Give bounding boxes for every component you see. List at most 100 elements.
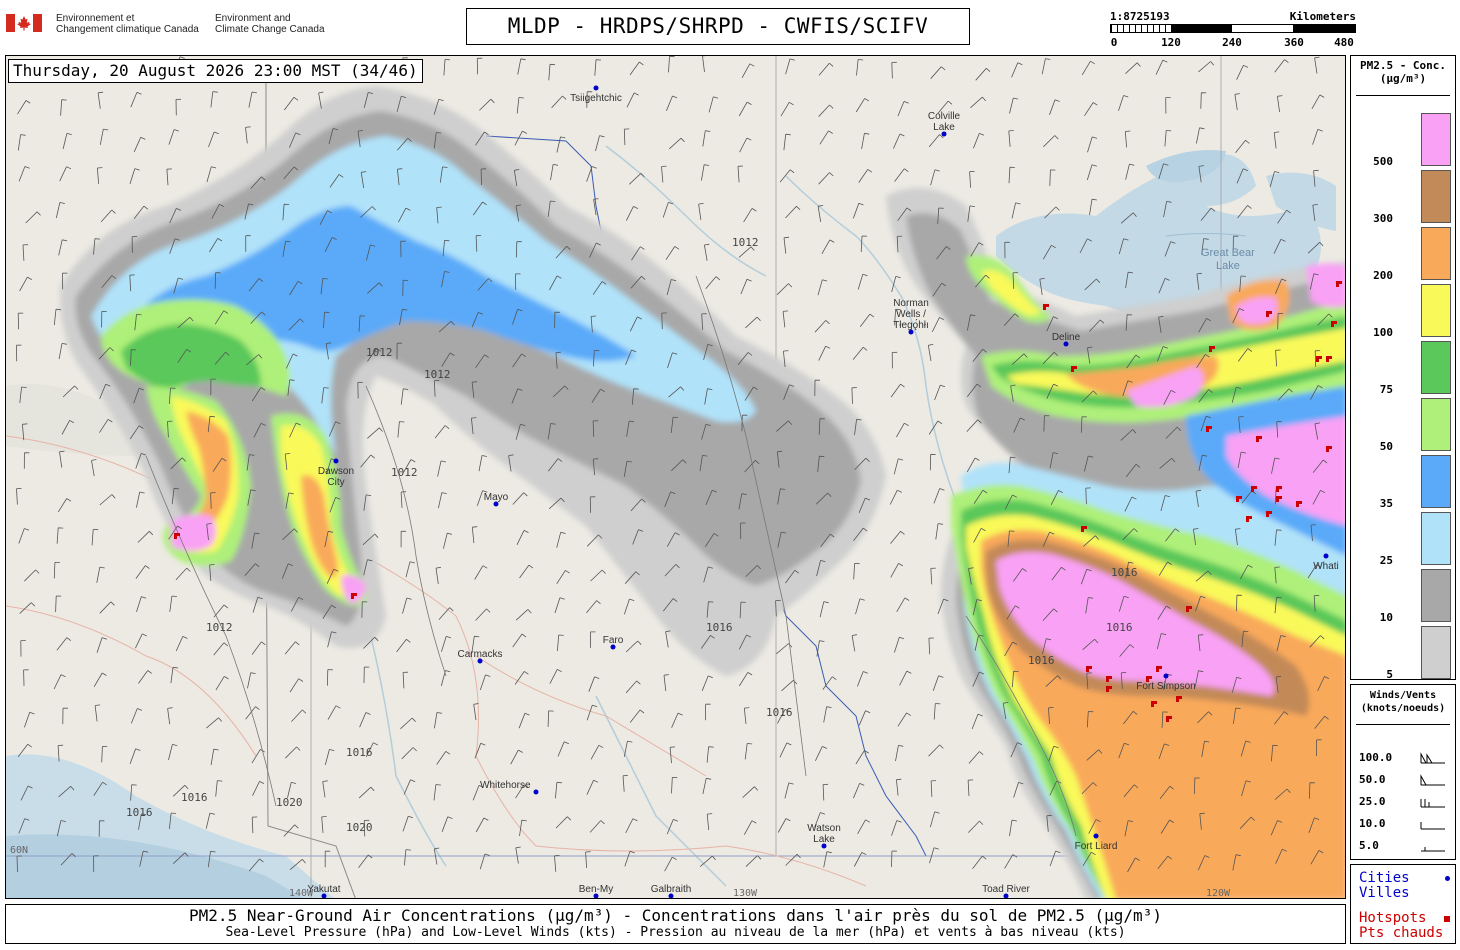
hotspot-marker: [1316, 356, 1319, 359]
org-name-fr: Environnement et Changement climatique C…: [56, 13, 199, 35]
city-label: Fort Simpson: [1136, 681, 1195, 692]
legend-swatch-label: 200: [1373, 269, 1393, 282]
concentration-legend: PM2.5 - Conc. (µg/m³) 500 300 200 100 75 50 35…: [1350, 55, 1456, 681]
legend-swatch: [1421, 512, 1451, 565]
hotspot-marker: [174, 536, 177, 539]
hotspot-marker: [1266, 314, 1269, 317]
isobar-label: 1012: [424, 368, 451, 381]
hotspot-marker: [1106, 679, 1109, 682]
hotspot-marker: [1336, 281, 1339, 284]
hotspot-marker: [1043, 304, 1046, 307]
wind-legend: Winds/Vents (knots/noeuds) 100.0 50.0 25.0…: [1350, 684, 1456, 860]
hotspot-marker: [1276, 486, 1279, 489]
hotspots-label-en: Hotspots: [1359, 910, 1427, 926]
hotspot-marker: [1269, 311, 1272, 314]
legend-divider: [1356, 95, 1450, 96]
map-canvas[interactable]: 1012 1012 1012 1012 1012 1016 1016 1016 …: [5, 55, 1346, 899]
hotspot-marker: [174, 533, 177, 536]
hotspot-marker: [1106, 689, 1109, 692]
hotspot-marker: [1329, 356, 1332, 359]
hotspot-marker: [1176, 699, 1179, 702]
isobar-label: 1012: [366, 346, 393, 359]
legend-title-line1: PM2.5 - Conc.: [1359, 59, 1447, 72]
city-label: Whati: [1313, 561, 1339, 572]
hotspot-marker: [1169, 716, 1172, 719]
wind-barb-icon: [1420, 752, 1445, 764]
hotspot-marker: [1149, 676, 1152, 679]
hotspot-marker: [1331, 324, 1334, 327]
hotspot-marker: [1326, 359, 1329, 362]
legend-swatch-label: 10: [1379, 611, 1393, 624]
city-marker: [1323, 553, 1329, 559]
legend-swatch: [1421, 398, 1451, 451]
header: Environnement et Changement climatique C…: [0, 0, 1460, 52]
legend-swatch: [1421, 284, 1451, 337]
cities-label-fr: Villes: [1359, 885, 1410, 901]
hotspot-marker: [1239, 496, 1242, 499]
city-marker: [593, 85, 599, 91]
hotspot-marker: [1316, 359, 1319, 362]
hotspot-marker: [1109, 686, 1112, 689]
city-marker: [1093, 833, 1099, 839]
hotspot-marker: [1074, 366, 1077, 369]
hotspot-marker: [1251, 486, 1254, 489]
lat-label-60n: 60N: [10, 845, 28, 856]
legend-swatch: [1421, 341, 1451, 394]
hotspot-marker: [1206, 426, 1209, 429]
hotspot-marker: [1331, 321, 1334, 324]
wind-legend-title: Winds/Vents (knots/noeuds): [1351, 689, 1455, 715]
isobar-label: 1016: [766, 706, 793, 719]
wind-speed-label: 10.0: [1359, 817, 1386, 830]
hotspot-marker: [1159, 666, 1162, 669]
hotspot-marker: [1176, 696, 1179, 699]
org-en-line1: Environment and: [215, 13, 291, 24]
hotspot-marker: [1151, 704, 1154, 707]
legend-swatch-label: 25: [1379, 554, 1393, 567]
hotspot-marker: [1251, 489, 1254, 492]
map-timestamp: Thursday, 20 August 2026 23:00 MST (34/4…: [8, 59, 423, 83]
legend-swatch: [1421, 455, 1451, 508]
city-label: Toad River: [982, 884, 1030, 895]
org-en-line2: Climate Change Canada: [215, 24, 325, 35]
hotspot-marker: [1089, 666, 1092, 669]
isobar-label: 1016: [1028, 654, 1055, 667]
wind-barb-icon: [1420, 822, 1445, 830]
hotspots-label-fr: Pts chauds: [1359, 925, 1444, 941]
city-marker: [1163, 673, 1169, 679]
legend-title-line2: (µg/m³): [1379, 72, 1427, 85]
isobar-label: 1016: [181, 791, 208, 804]
hotspot-marker: [1071, 369, 1074, 372]
isobar-label: 1012: [732, 236, 759, 249]
wind-speed-label: 100.0: [1359, 751, 1393, 764]
legend-swatch-label: 100: [1373, 326, 1393, 339]
city-label: Norman Wells / Tłegǫ́hłı: [893, 298, 929, 331]
org-fr-line1: Environnement et: [56, 13, 135, 24]
scale-ratio: 1:8725193: [1110, 10, 1170, 23]
hotspot-marker: [351, 593, 354, 596]
hotspot-marker: [1276, 499, 1279, 502]
hotspot-marker: [1209, 349, 1212, 352]
city-label: Deline: [1052, 332, 1081, 343]
hotspot-marker: [1106, 676, 1109, 679]
map-svg: 1012 1012 1012 1012 1012 1016 1016 1016 …: [6, 56, 1345, 898]
legend-swatch-label: 300: [1373, 212, 1393, 225]
cities-label-en: Cities: [1359, 870, 1410, 886]
footer-line2: Sea-Level Pressure (hPa) and Low-Level W…: [225, 925, 1126, 940]
hotspot-marker: [1279, 496, 1282, 499]
wind-title-line2: (knots/noeuds): [1360, 703, 1446, 714]
hotspot-marker: [1166, 716, 1169, 719]
hotspot-marker: [1279, 486, 1282, 489]
hotspot-marker: [1256, 439, 1259, 442]
hotspot-marker: [1106, 686, 1109, 689]
hotspots-legend-label: Hotspots Pts chauds: [1359, 911, 1443, 941]
hotspot-marker: [1336, 284, 1339, 287]
hotspot-marker: [1334, 321, 1337, 324]
org-name-en: Environment and Climate Change Canada: [215, 13, 325, 35]
hotspot-marker: [1326, 356, 1329, 359]
legend-swatch: [1421, 626, 1451, 679]
legend-swatch-label: 500: [1373, 155, 1393, 168]
hotspot-marker: [351, 596, 354, 599]
hotspot-marker: [1186, 606, 1189, 609]
city-label: Galbraith: [651, 884, 692, 895]
wind-speed-label: 5.0: [1359, 839, 1379, 852]
